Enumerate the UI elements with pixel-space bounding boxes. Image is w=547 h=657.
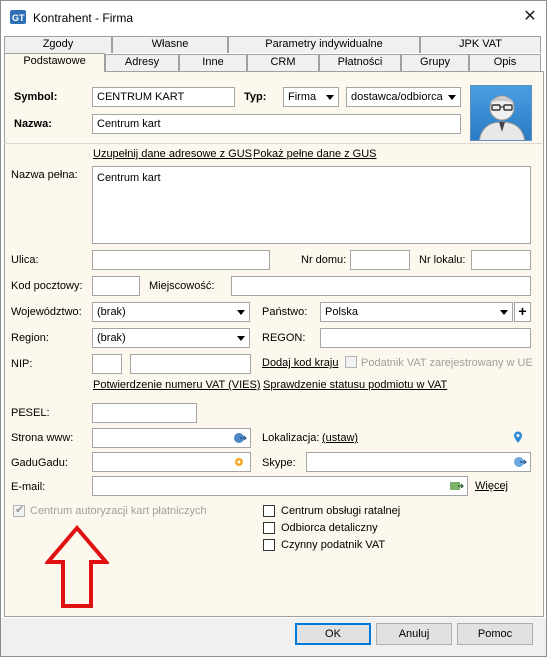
app-icon: GT [10,10,26,24]
pesel-input[interactable] [92,403,197,423]
lokalizacja-label: Lokalizacja: [262,432,320,444]
tab-opis[interactable]: Opis [469,54,541,71]
add-country-code-link[interactable]: Dodaj kod kraju [262,357,338,369]
email-label: E-mail: [11,481,46,493]
vat-ue-label: Podatnik VAT zarejestrowany w UE [361,357,533,369]
tab-wlasne[interactable]: Własne [112,36,228,53]
nazwa-pelna-textarea[interactable]: Centrum kart [92,166,531,244]
skype-icon[interactable] [513,456,527,468]
skype-input[interactable] [306,452,531,472]
regon-input[interactable] [320,328,531,348]
chevron-down-icon [237,336,245,341]
person-icon [478,95,526,140]
vies-link[interactable]: Potwierdzenie numeru VAT (VIES) [93,379,261,391]
nip-label: NIP: [11,358,33,370]
chevron-down-icon [500,310,508,315]
region-label: Region: [11,332,49,344]
gus-fill-link[interactable]: Uzupełnij dane adresowe z GUS [93,148,252,160]
vat-ue-checkbox [345,356,357,368]
tab-platnosci[interactable]: Płatności [319,54,401,71]
tab-adresy[interactable]: Adresy [105,54,179,71]
region-select[interactable]: (brak) [92,328,250,348]
region-select-value: (brak) [97,332,126,344]
nazwa-label: Nazwa: [14,118,52,130]
vat-status-link[interactable]: Sprawdzenie statusu podmiotu w VAT [263,379,447,391]
www-input[interactable] [92,428,251,448]
dialog-window: GT Kontrahent - Firma ✕ Zgody Własne Par… [0,0,547,657]
send-email-icon[interactable] [450,480,464,492]
car-label: Centrum autoryzacji kart płatniczych [30,505,207,517]
tab-grupy[interactable]: Grupy [401,54,469,71]
od-checkbox[interactable] [263,522,275,534]
ok-button[interactable]: OK [295,623,371,645]
annotation-arrow-icon [45,525,109,608]
ulica-input[interactable] [92,250,270,270]
ulica-label: Ulica: [11,254,39,266]
svg-text:GT: GT [12,13,25,23]
gadugadu-label: GaduGadu: [11,457,68,469]
nazwa-pelna-label: Nazwa pełna: [11,169,78,181]
cpv-checkbox[interactable] [263,539,275,551]
nip-input[interactable] [130,354,251,374]
web-open-icon[interactable] [233,432,247,444]
tab-podstawowe[interactable]: Podstawowe [4,53,105,72]
panstwo-label: Państwo: [262,306,308,318]
contractor-avatar[interactable] [470,85,532,141]
skype-label: Skype: [262,457,296,469]
miejscowosc-input[interactable] [231,276,531,296]
typ-select-value: Firma [288,91,317,103]
gadugadu-icon[interactable] [233,456,247,468]
symbol-input[interactable]: CENTRUM KART [92,87,235,107]
nr-domu-label: Nr domu: [301,254,347,266]
help-button[interactable]: Pomoc [457,623,533,645]
title-bar: GT Kontrahent - Firma ✕ [1,1,546,33]
nip-prefix-input[interactable] [92,354,122,374]
wojewodztwo-select-value: (brak) [97,306,126,318]
kod-pocztowy-input[interactable] [92,276,140,296]
nr-domu-input[interactable] [350,250,410,270]
typ-select[interactable]: Firma [283,87,339,107]
map-pin-icon[interactable] [513,431,523,444]
miejscowosc-label: Miejscowość: [149,280,215,292]
email-input[interactable] [92,476,468,496]
cor-checkbox[interactable] [263,505,275,517]
gadugadu-input[interactable] [92,452,251,472]
od-label: Odbiorca detaliczny [281,522,378,534]
chevron-down-icon [326,95,334,100]
header-separator [4,143,542,144]
chevron-down-icon [237,310,245,315]
panstwo-select[interactable]: Polska [320,302,513,322]
car-checkbox: ✔ [13,504,25,517]
cor-label: Centrum obsługi ratalnej [281,505,401,517]
close-icon[interactable]: ✕ [519,6,541,28]
tab-inne[interactable]: Inne [179,54,247,71]
panstwo-select-value: Polska [325,306,359,318]
tab-zgody[interactable]: Zgody [4,36,112,53]
typ2-select-value: dostawca/odbiorca [351,91,443,103]
regon-label: REGON: [262,332,306,344]
typ-label: Typ: [244,91,267,103]
tab-jpk-vat[interactable]: JPK VAT [420,36,541,53]
lokalizacja-set-link[interactable]: (ustaw) [322,432,358,444]
tab-parametry[interactable]: Parametry indywidualne [228,36,420,53]
kod-pocztowy-label: Kod pocztowy: [11,280,83,292]
email-more-link[interactable]: Więcej [475,480,508,492]
check-icon: ✔ [15,504,25,516]
pesel-label: PESEL: [11,407,50,419]
chevron-down-icon [448,95,456,100]
window-title: Kontrahent - Firma [33,11,134,25]
cpv-label: Czynny podatnik VAT [281,539,386,551]
typ2-select[interactable]: dostawca/odbiorca [346,87,461,107]
nr-lokalu-label: Nr lokalu: [419,254,466,266]
gus-show-link[interactable]: Pokaż pełne dane z GUS [253,148,377,160]
symbol-label: Symbol: [14,91,58,103]
nr-lokalu-input[interactable] [471,250,531,270]
nazwa-input[interactable]: Centrum kart [92,114,461,134]
wojewodztwo-label: Województwo: [11,306,82,318]
add-country-button[interactable]: + [514,302,531,322]
wojewodztwo-select[interactable]: (brak) [92,302,250,322]
www-label: Strona www: [11,432,74,444]
tab-crm[interactable]: CRM [247,54,319,71]
cancel-button[interactable]: Anuluj [376,623,452,645]
